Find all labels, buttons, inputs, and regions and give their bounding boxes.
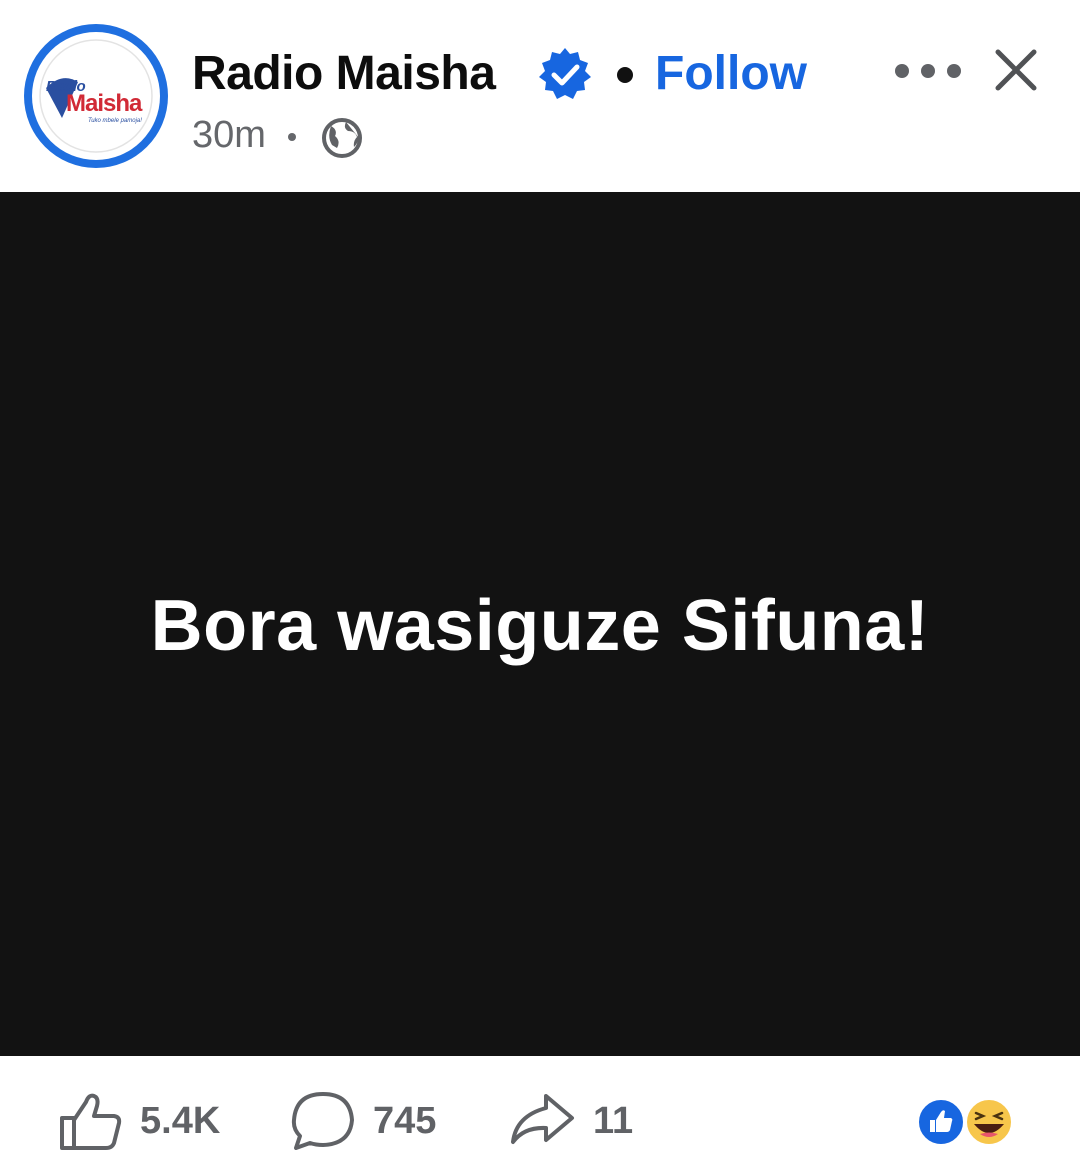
globe-icon[interactable] [321,117,363,159]
share-icon[interactable] [508,1090,576,1150]
comment-count[interactable]: 745 [373,1100,436,1143]
page-name[interactable]: Radio Maisha [192,46,496,101]
close-icon[interactable] [992,46,1040,94]
separator-dot [617,67,633,83]
like-icon[interactable] [56,1090,124,1150]
avatar[interactable]: Radio Maisha Tuko mbele pamoja! [24,24,168,168]
comment-icon[interactable] [290,1090,356,1150]
post-text: Bora wasiguze Sifuna! [150,586,930,666]
verified-badge-icon [539,48,591,99]
post-header: Radio Maisha Tuko mbele pamoja! Radio Ma… [0,0,1080,192]
more-options-icon[interactable] [890,56,966,86]
post-time[interactable]: 30m [192,114,266,157]
haha-reaction-icon [965,1098,1013,1146]
radio-maisha-logo: Radio Maisha Tuko mbele pamoja! [32,32,160,160]
logo-text-maisha: Maisha [66,90,142,117]
separator-dot [288,133,296,141]
reactions-summary[interactable] [916,1097,1016,1147]
follow-button[interactable]: Follow [655,46,807,101]
share-count[interactable]: 11 [593,1100,633,1143]
like-reaction-icon [917,1098,965,1146]
post-content[interactable]: Bora wasiguze Sifuna! [0,192,1080,1056]
like-count[interactable]: 5.4K [140,1100,220,1143]
logo-tagline: Tuko mbele pamoja! [88,118,142,124]
